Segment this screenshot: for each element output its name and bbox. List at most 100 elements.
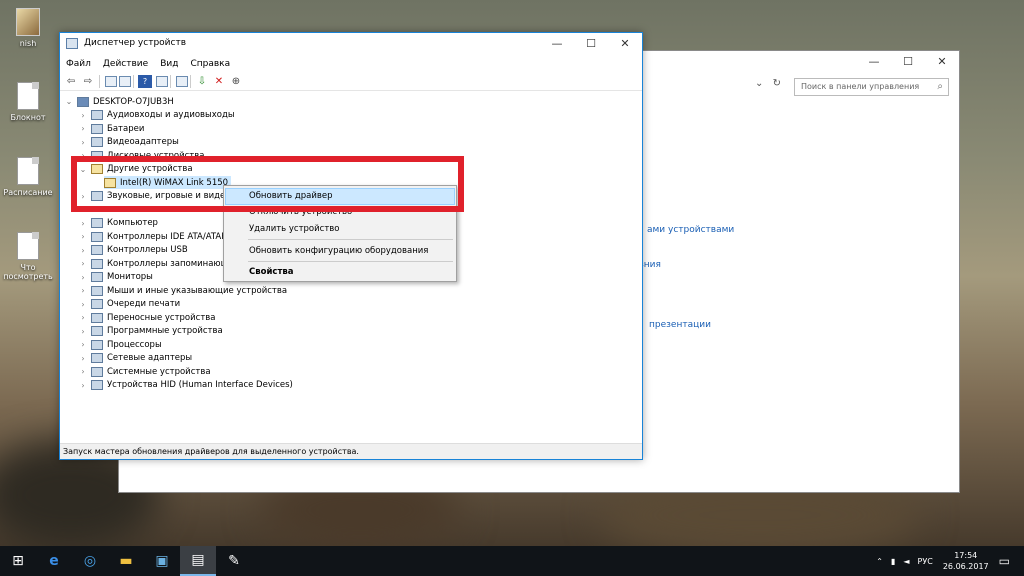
minimize-button[interactable]: — xyxy=(857,51,891,73)
tree-item[interactable]: › Системные устройства xyxy=(78,365,211,378)
close-button[interactable]: ✕ xyxy=(925,51,959,73)
tree-item-label: Батареи xyxy=(107,123,145,134)
view-icon[interactable] xyxy=(156,76,168,87)
edge-browser-icon[interactable]: e xyxy=(36,546,72,576)
audio-icon xyxy=(91,110,103,120)
menu-separator xyxy=(248,239,453,240)
properties-menu-item[interactable]: Свойства xyxy=(249,267,294,277)
desktop-icon-label: Расписание xyxy=(3,188,53,197)
file-explorer-icon[interactable]: ▬ xyxy=(108,546,144,576)
browser-icon[interactable]: ◎ xyxy=(72,546,108,576)
tree-item[interactable]: › Очереди печати xyxy=(78,298,180,311)
chevron-right-icon[interactable]: › xyxy=(78,219,88,228)
control-panel-link[interactable]: ами устройствами xyxy=(647,225,734,235)
update-driver-icon[interactable]: ⇩ xyxy=(195,75,209,88)
maximize-button[interactable]: ☐ xyxy=(574,33,608,55)
tree-item-label: Мыши и иные указывающие устройства xyxy=(107,285,288,296)
tree-item[interactable]: › Аудиовходы и аудиовыходы xyxy=(78,109,235,122)
forward-arrow-icon[interactable]: ⇨ xyxy=(81,75,95,88)
back-arrow-icon[interactable]: ⇦ xyxy=(64,75,78,88)
tree-item[interactable]: › Контроллеры USB xyxy=(78,244,188,257)
printer-icon xyxy=(91,299,103,309)
chevron-right-icon[interactable]: › xyxy=(78,367,88,376)
tree-item[interactable]: › Компьютер xyxy=(78,217,158,230)
menu-view[interactable]: Вид xyxy=(160,56,178,72)
tree-item[interactable]: › Процессоры xyxy=(78,338,162,351)
menu-file[interactable]: Файл xyxy=(66,56,91,72)
close-button[interactable]: ✕ xyxy=(608,33,642,55)
toolbar-separator xyxy=(99,75,100,88)
search-icon[interactable]: ⌕ xyxy=(937,81,943,92)
enable-device-icon[interactable]: ⊕ xyxy=(229,75,243,88)
paint-icon[interactable]: ✎ xyxy=(216,546,252,576)
notifications-icon[interactable]: ▭ xyxy=(999,554,1010,568)
tree-item[interactable]: › Устройства HID (Human Interface Devices… xyxy=(78,379,293,392)
volume-icon[interactable]: ◄ xyxy=(903,557,909,566)
toolbar-separator xyxy=(170,75,171,88)
chevron-right-icon[interactable]: › xyxy=(78,124,88,133)
tree-item-label: Мониторы xyxy=(107,272,153,282)
maximize-button[interactable]: ☐ xyxy=(891,51,925,73)
chevron-right-icon[interactable]: › xyxy=(78,313,88,322)
desktop-icon-nish[interactable]: nish xyxy=(0,8,56,48)
minimize-button[interactable]: — xyxy=(540,33,574,55)
chevron-right-icon[interactable]: › xyxy=(78,354,88,363)
scan-hardware-menu-item[interactable]: Обновить конфигурацию оборудования xyxy=(249,246,428,256)
clock[interactable]: 17:54 26.06.2017 xyxy=(943,550,989,572)
chevron-right-icon[interactable]: › xyxy=(78,111,88,120)
tree-item[interactable]: › Переносные устройства xyxy=(78,311,216,324)
chevron-right-icon[interactable]: › xyxy=(78,138,88,147)
chevron-right-icon[interactable]: › xyxy=(78,246,88,255)
chevron-down-icon[interactable]: ⌄ xyxy=(755,78,763,89)
chevron-down-icon[interactable]: ⌄ xyxy=(64,97,74,106)
windows-start-icon[interactable]: ⊞ xyxy=(0,546,36,576)
chevron-right-icon[interactable]: › xyxy=(78,259,88,268)
tree-item[interactable]: › Сетевые адаптеры xyxy=(78,352,192,365)
properties-icon[interactable] xyxy=(119,76,131,87)
chevron-right-icon[interactable]: › xyxy=(78,300,88,309)
tree-item[interactable]: › Программные устройства xyxy=(78,325,223,338)
device-manager-titlebar[interactable]: Диспетчер устройств — ☐ ✕ xyxy=(60,33,642,55)
chevron-right-icon[interactable]: › xyxy=(78,232,88,241)
taskbar: ⊞ e ◎ ▬ ▣ ▤ ✎ ⌃ ▮ ◄ РУС 17:54 26.06.2017… xyxy=(0,546,1024,576)
tree-item-label: Видеоадаптеры xyxy=(107,137,179,147)
scan-hardware-icon[interactable] xyxy=(176,76,188,87)
tree-item[interactable]: › Контроллеры IDE ATA/ATAPI xyxy=(78,230,229,243)
document-icon xyxy=(17,157,39,185)
show-hide-console-tree-icon[interactable] xyxy=(105,76,117,87)
help-icon[interactable]: ? xyxy=(138,75,152,88)
tree-item[interactable]: › Батареи xyxy=(78,122,144,135)
menu-action[interactable]: Действие xyxy=(103,56,148,72)
chevron-right-icon[interactable]: › xyxy=(78,286,88,295)
tree-item[interactable]: › Мониторы xyxy=(78,271,153,284)
highlight-annotation-box xyxy=(71,156,464,212)
desktop-icon-schedule[interactable]: Расписание xyxy=(0,157,56,197)
chevron-up-icon[interactable]: ⌃ xyxy=(876,557,883,566)
device-manager-task-icon[interactable]: ▤ xyxy=(180,546,216,576)
document-icon xyxy=(17,82,39,110)
app-icon[interactable]: ▣ xyxy=(144,546,180,576)
desktop-icon-notepad[interactable]: Блокнот xyxy=(0,82,56,122)
chevron-right-icon[interactable]: › xyxy=(78,340,88,349)
tree-item[interactable]: › Видеоадаптеры xyxy=(78,136,179,149)
control-panel-link[interactable]: презентации xyxy=(649,320,711,330)
language-indicator[interactable]: РУС xyxy=(918,557,933,566)
desktop-icon-to-watch[interactable]: Что посмотреть xyxy=(0,232,56,281)
chevron-right-icon[interactable]: › xyxy=(78,381,88,390)
display-adapter-icon xyxy=(91,137,103,147)
chevron-right-icon[interactable]: › xyxy=(78,273,88,282)
desktop-icon-label: Что посмотреть xyxy=(3,263,53,281)
processor-icon xyxy=(91,339,103,350)
uninstall-device-icon[interactable]: ✕ xyxy=(212,75,226,88)
network-icon[interactable]: ▮ xyxy=(891,557,895,566)
tree-item[interactable]: › Мыши и иные указывающие устройства xyxy=(78,284,287,297)
refresh-icon[interactable]: ↻ xyxy=(773,78,781,89)
tree-root[interactable]: ⌄ DESKTOP-O7JUB3H xyxy=(64,95,174,108)
clock-date: 26.06.2017 xyxy=(942,562,989,571)
uninstall-device-menu-item[interactable]: Удалить устройство xyxy=(249,224,340,234)
control-panel-search-input[interactable]: Поиск в панели управления ⌕ xyxy=(794,78,949,96)
device-manager-app-icon xyxy=(66,38,78,49)
window-buttons: — ☐ ✕ xyxy=(540,33,642,55)
chevron-right-icon[interactable]: › xyxy=(78,327,88,336)
menu-help[interactable]: Справка xyxy=(190,56,230,72)
